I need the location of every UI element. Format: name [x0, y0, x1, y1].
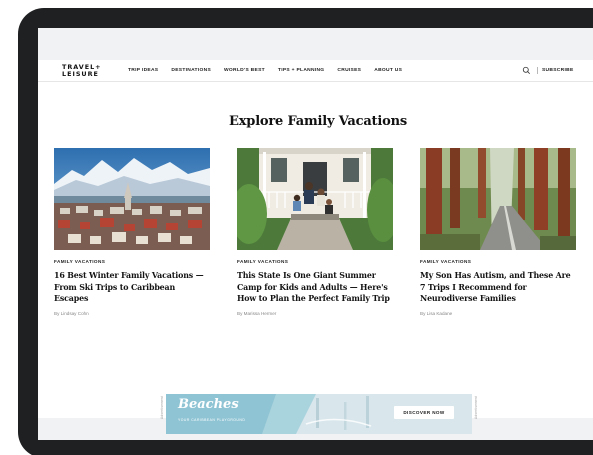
ad-brand-logo: Beaches — [178, 397, 239, 412]
site-header: TRAVEL+ LEISURE TRIP IDEAS DESTINATIONS … — [38, 60, 593, 82]
ad-label-right: Advertisement — [474, 396, 478, 419]
article-title[interactable]: My Son Has Autism, and These Are 7 Trips… — [420, 270, 576, 305]
article-card[interactable]: FAMILY VACATIONS This State Is One Giant… — [237, 148, 393, 316]
subscribe-link[interactable]: SUBSCRIBE — [542, 68, 574, 73]
family-on-porch-photo — [237, 148, 393, 250]
article-card[interactable]: FAMILY VACATIONS My Son Has Autism, and … — [420, 148, 576, 316]
nav-worlds-best[interactable]: WORLD'S BEST — [224, 68, 265, 73]
article-tag[interactable]: FAMILY VACATIONS — [420, 259, 576, 264]
article-byline: By Marissa Hermer — [237, 310, 277, 316]
nav-trip-ideas[interactable]: TRIP IDEAS — [128, 68, 158, 73]
article-title[interactable]: 16 Best Winter Family Vacations — From S… — [54, 270, 210, 305]
article-byline: By Lisa Kadane — [420, 310, 453, 316]
article-card[interactable]: FAMILY VACATIONS 16 Best Winter Family V… — [54, 148, 210, 316]
main-nav: TRIP IDEAS DESTINATIONS WORLD'S BEST TIP… — [128, 68, 415, 73]
ad-tagline: YOUR CARIBBEAN PLAYGROUND — [178, 418, 246, 422]
nav-cruises[interactable]: CRUISES — [337, 68, 361, 73]
article-image[interactable] — [54, 148, 210, 250]
article-title[interactable]: This State Is One Giant Summer Camp for … — [237, 270, 393, 305]
nav-divider — [537, 67, 538, 74]
ad-label-left: Advertisement — [160, 396, 164, 419]
nav-about-us[interactable]: ABOUT US — [374, 68, 402, 73]
article-image[interactable] — [237, 148, 393, 250]
site-logo[interactable]: TRAVEL+ LEISURE — [62, 64, 108, 77]
nav-destinations[interactable]: DESTINATIONS — [171, 68, 211, 73]
article-byline: By Lindsay Cohn — [54, 310, 89, 316]
search-icon[interactable] — [522, 66, 531, 75]
discover-now-button[interactable]: DISCOVER NOW — [394, 406, 454, 419]
web-page: TRAVEL+ LEISURE TRIP IDEAS DESTINATIONS … — [38, 60, 593, 434]
logo-line-2: LEISURE — [62, 69, 99, 78]
snowy-mountain-town-photo — [54, 148, 210, 250]
section-title: Explore Family Vacations — [229, 114, 407, 129]
redwood-forest-road-photo — [420, 148, 576, 250]
ad-banner[interactable]: Beaches YOUR CARIBBEAN PLAYGROUND DISCOV… — [166, 394, 472, 434]
nav-tips-planning[interactable]: TIPS + PLANNING — [278, 68, 324, 73]
article-tag[interactable]: FAMILY VACATIONS — [237, 259, 393, 264]
article-tag[interactable]: FAMILY VACATIONS — [54, 259, 210, 264]
tablet-screen: TRAVEL+ LEISURE TRIP IDEAS DESTINATIONS … — [38, 28, 593, 440]
article-image[interactable] — [420, 148, 576, 250]
